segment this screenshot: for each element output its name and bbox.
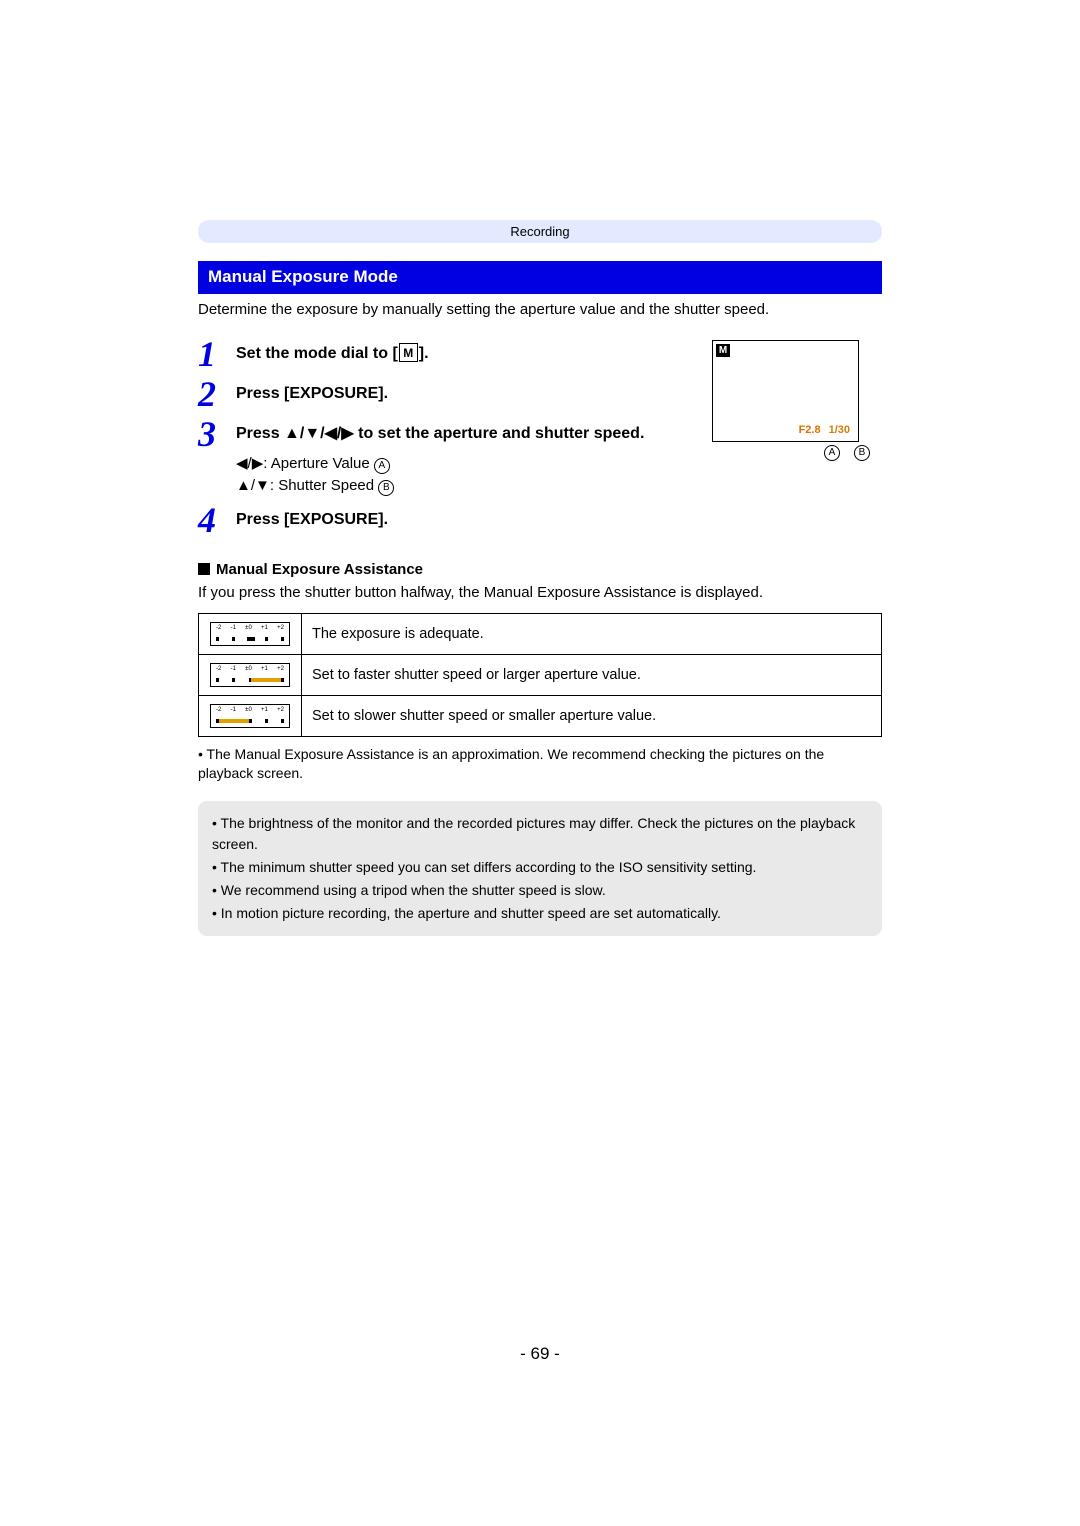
assist-footnote: • The Manual Exposure Assistance is an a…	[198, 745, 882, 783]
bullet-icon: •	[198, 746, 203, 762]
screen-shutter-value: 1/30	[829, 423, 850, 438]
assist-heading-text: Manual Exposure Assistance	[216, 561, 423, 578]
arrow-keys-icon: ▲/▼/◀/▶	[284, 425, 354, 442]
mode-m-icon: M	[399, 343, 418, 362]
left-right-icon: ◀/▶	[236, 455, 263, 472]
assist-footnote-text: The Manual Exposure Assistance is an app…	[198, 746, 824, 781]
step-number: 3	[198, 416, 236, 452]
ev-scale-over-icon: -2-1±0+1+2	[199, 655, 302, 696]
step-2-text: Press [EXPOSURE].	[236, 376, 692, 405]
note-text: In motion picture recording, the apertur…	[221, 905, 721, 921]
table-row: -2-1±0+1+2 Set to faster shutter speed o…	[199, 655, 882, 696]
step-4-text: Press [EXPOSURE].	[236, 502, 692, 531]
aperture-label: : Aperture Value	[263, 455, 374, 472]
step-1-text-b: ].	[419, 345, 429, 362]
section-title: Manual Exposure Mode	[198, 261, 882, 294]
circled-b-icon: B	[378, 480, 394, 496]
camera-screen-rect: M F2.8 1/30	[712, 340, 859, 442]
step-2: 2 Press [EXPOSURE].	[198, 376, 692, 412]
step-3-text-b: to set the aperture and shutter speed.	[354, 425, 645, 442]
note-text: The minimum shutter speed you can set di…	[221, 859, 757, 875]
assist-desc: Set to slower shutter speed or smaller a…	[302, 696, 882, 737]
step-number: 4	[198, 502, 236, 538]
note-text: We recommend using a tripod when the shu…	[221, 882, 606, 898]
step-number: 1	[198, 336, 236, 372]
page: Recording Manual Exposure Mode Determine…	[0, 0, 1080, 1526]
assist-heading: Manual Exposure Assistance	[198, 560, 882, 580]
page-number: - 69 -	[0, 1343, 1080, 1366]
callout-b-icon: B	[854, 445, 870, 461]
ev-scale-adequate-icon: -2-1±0+1+2	[199, 614, 302, 655]
intro-text: Determine the exposure by manually setti…	[198, 300, 882, 320]
step-1: 1 Set the mode dial to [M].	[198, 336, 692, 372]
assist-table: -2-1±0+1+2 The exposure is adequate. -2-…	[198, 613, 882, 737]
ev-scale-under-icon: -2-1±0+1+2	[199, 696, 302, 737]
assist-desc: Set to faster shutter speed or larger ap…	[302, 655, 882, 696]
breadcrumb: Recording	[198, 220, 882, 243]
bullet-icon: •	[212, 882, 217, 898]
table-row: -2-1±0+1+2 Set to slower shutter speed o…	[199, 696, 882, 737]
step-3: 3 Press ▲/▼/◀/▶ to set the aperture and …	[198, 416, 692, 498]
assist-desc: The exposure is adequate.	[302, 614, 882, 655]
bullet-icon: •	[212, 905, 217, 921]
bullet-icon: •	[212, 815, 217, 831]
step-1-text-a: Set the mode dial to [	[236, 345, 398, 362]
bullet-icon: •	[212, 859, 217, 875]
step-3-text-a: Press	[236, 425, 284, 442]
assist-intro: If you press the shutter button halfway,…	[198, 583, 882, 603]
note-text: The brightness of the monitor and the re…	[212, 815, 855, 852]
step-number: 2	[198, 376, 236, 412]
screen-illustration: M F2.8 1/30 A B	[712, 336, 882, 542]
notes-box: • The brightness of the monitor and the …	[198, 801, 882, 936]
square-bullet-icon	[198, 563, 210, 575]
mode-m-badge: M	[716, 344, 730, 357]
table-row: -2-1±0+1+2 The exposure is adequate.	[199, 614, 882, 655]
circled-a-icon: A	[374, 458, 390, 474]
up-down-icon: ▲/▼	[236, 477, 270, 494]
callout-a-icon: A	[824, 445, 840, 461]
shutter-label: : Shutter Speed	[270, 477, 378, 494]
step-4: 4 Press [EXPOSURE].	[198, 502, 692, 538]
screen-aperture-value: F2.8	[799, 423, 821, 438]
